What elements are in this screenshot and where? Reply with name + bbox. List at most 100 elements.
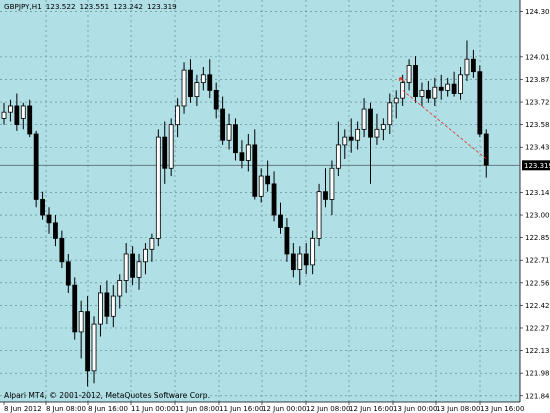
current-price-label: 123.319 (524, 162, 550, 170)
y-tick-label: 124.305 (525, 8, 550, 16)
candle-bull (226, 124, 232, 141)
x-tick-label: 8 Jun 08:00 (46, 405, 86, 413)
candle-bear (290, 253, 296, 270)
x-tick-label: 12 Jun 08:00 (306, 405, 350, 413)
x-tick-label: 11 Jun 08:00 (175, 405, 219, 413)
candle-bear (33, 133, 39, 200)
candle-bull (258, 175, 264, 197)
x-tick-label: 12 Jun 00:00 (262, 405, 306, 413)
candle-bull (380, 124, 386, 130)
x-tick-label: 8 Jun 2012 (4, 405, 42, 413)
candle-bear (271, 183, 277, 216)
candle-bear (239, 152, 245, 161)
candle-bear (438, 86, 444, 91)
candle-bear (27, 105, 33, 135)
candle-bear (278, 214, 283, 228)
candle-bull (136, 261, 142, 278)
candle-bull (175, 105, 181, 126)
candle-bull (329, 167, 335, 200)
chart-plot[interactable]: 124.305 124.015 123.870 123.725 123.580 123.4… (0, 0, 550, 413)
candle-bull (393, 97, 399, 104)
y-tick-label: 121.985 (525, 370, 550, 378)
y-tick-label: 124.015 (525, 53, 550, 61)
candle-bear (85, 311, 90, 372)
candle-bull (117, 280, 123, 297)
candle-bull (143, 248, 148, 263)
candle-bull (432, 86, 438, 99)
candle-bull (445, 83, 451, 91)
candle-bear (46, 214, 52, 224)
y-tick-label: 122.130 (525, 347, 550, 355)
y-tick-label: 122.710 (525, 257, 550, 265)
candle-bear (130, 253, 136, 278)
y-tick-label: 123.145 (525, 189, 550, 197)
candle-bear (413, 65, 418, 98)
symbol-label: GBPJPY,H1 (4, 2, 42, 11)
candle-bear (233, 124, 238, 154)
copyright-label: Alpari MT4, © 2001-2012, MetaQuotes Soft… (4, 391, 211, 400)
candle-bear (104, 292, 110, 317)
close-value: 123.319 (147, 2, 177, 11)
candle-bear (59, 237, 65, 263)
candle-bear (207, 74, 213, 91)
candle-bull (355, 128, 361, 141)
candle-bear (303, 253, 309, 266)
candle-bull (335, 144, 341, 169)
y-tick-label: 121.840 (525, 392, 550, 400)
candle-bull (297, 253, 303, 270)
y-tick-label: 123.580 (525, 121, 550, 129)
candle-bear (284, 227, 290, 255)
y-tick-label: 123.870 (525, 76, 550, 84)
y-tick-label: 122.855 (525, 234, 550, 242)
candle-bear (162, 136, 168, 169)
high-value: 123.551 (79, 2, 110, 11)
candle-bear (65, 261, 71, 286)
candle-bear (368, 108, 373, 138)
x-tick-label: 11 Jun 16:00 (219, 405, 263, 413)
candle-bear (53, 222, 58, 239)
chart-header: GBPJPY,H1 123.522 123.551 123.242 123.319 (4, 2, 181, 11)
candle-bear (220, 108, 226, 141)
candle-bull (419, 89, 425, 98)
y-tick-label: 123.435 (525, 144, 550, 152)
x-tick-label: 13 Jun 00:00 (393, 405, 437, 413)
candle-bull (245, 144, 251, 161)
candle-bear (188, 69, 193, 98)
candle-bull (78, 311, 84, 333)
candle-bull (310, 237, 316, 266)
candle-bear (14, 105, 20, 126)
candle-bull (387, 102, 393, 126)
candle-bear (213, 89, 219, 110)
x-tick-label: 13 Jun 08:00 (436, 405, 480, 413)
candle-bull (194, 82, 200, 98)
x-tick-label: 12 Jun 16:00 (349, 405, 393, 413)
plot-background (0, 0, 520, 402)
candle-bull (200, 74, 206, 83)
x-tick-label: 13 Jun 16:00 (480, 405, 524, 413)
candle-bull (464, 58, 470, 76)
candle-bull (374, 128, 380, 138)
candle-bear (40, 199, 45, 216)
candle-bull (181, 69, 187, 107)
candle-bull (155, 136, 161, 239)
candle-bull (98, 292, 103, 325)
x-tick-label: 11 Jun 00:00 (131, 405, 175, 413)
candle-bull (168, 124, 174, 169)
candle-bull (20, 105, 26, 119)
candle-bull (8, 105, 13, 113)
open-value: 123.522 (45, 2, 76, 11)
candle-bull (458, 74, 463, 94)
y-tick-label: 122.565 (525, 279, 550, 287)
candle-bull (149, 237, 155, 250)
candle-bull (406, 65, 412, 83)
chart-window[interactable]: 124.305 124.015 123.870 123.725 123.580 123.4… (0, 0, 550, 413)
y-tick-label: 123.725 (525, 99, 550, 107)
candle-bear (470, 58, 476, 73)
candle-bear (252, 144, 258, 197)
candle-bull (316, 191, 322, 239)
candle-bear (265, 175, 271, 185)
candle-bear (451, 83, 457, 94)
candle-bear (348, 136, 354, 141)
candle-bull (361, 108, 367, 130)
candle-bear (477, 71, 483, 135)
